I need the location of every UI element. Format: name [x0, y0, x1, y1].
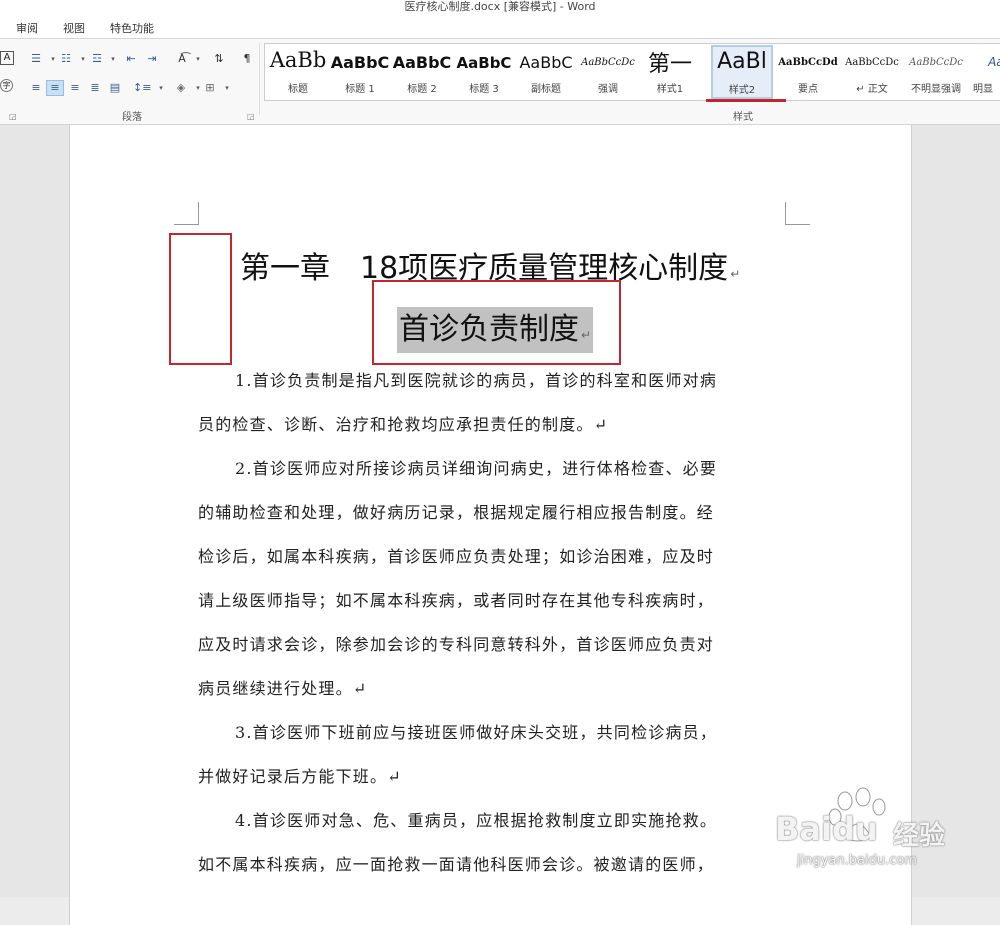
- ribbon: A 字 ☰ ▾ ☷ ▾ ☲ ▾ ⇤ ⇥ A͡ ▾ ⇅ ¶ ≡ ≡ ≡ ≣ ▤ ↕…: [0, 39, 1000, 125]
- show-marks-icon[interactable]: ¶: [238, 51, 256, 67]
- text-line: 2.首诊医师应对所接诊病员详细询问病史，进行体格检查、必要: [235, 459, 718, 478]
- phonetic-guide-icon[interactable]: 字: [0, 79, 13, 92]
- line-spacing-dropdown-icon[interactable]: ▾: [152, 80, 170, 96]
- style-subtle-emphasis[interactable]: AaBbCcDc 不明显强调: [905, 44, 967, 98]
- watermark-brand: Baidu: [775, 810, 878, 848]
- watermark-cn: 经验: [893, 821, 946, 851]
- document-area: 第一章 18项医疗质量管理核心制度 ↵ 首诊负责制度 ↵ 1.首诊负责制是指凡到医院…: [0, 125, 1000, 925]
- text-line: 员的检查、诊断、治疗和抢救均应承担责任的制度。↵: [198, 415, 609, 434]
- text-line: 请上级医师指导；如不属本科疾病，或者同时存在其他专科疾病时，: [198, 591, 715, 610]
- window-title: 医疗核心制度.docx [兼容模式] - Word: [0, 0, 1000, 14]
- line-spacing-icon[interactable]: ↕≡: [133, 80, 151, 96]
- group-divider: [259, 43, 260, 115]
- style-heading-2[interactable]: AaBbC 标题 2: [391, 44, 453, 98]
- style-title[interactable]: AaBb 标题: [267, 44, 329, 98]
- align-right-icon[interactable]: ≡: [66, 80, 84, 96]
- section-heading-text: 首诊负责制度: [399, 312, 579, 347]
- styles-group-label: 样式: [733, 112, 753, 123]
- style-heading-3[interactable]: AaBbC 标题 3: [453, 44, 515, 98]
- baidu-watermark: Baidu 经验 jingyan.baidu.com: [775, 785, 975, 897]
- styles-gallery: AaBb 标题 AaBbC 标题 1 AaBbC 标题 2 AaBbC 标题 3…: [264, 43, 1000, 101]
- text-line: 病员继续进行处理。↵: [198, 679, 368, 698]
- watermark-url: jingyan.baidu.com: [797, 853, 917, 868]
- text-line: 并做好记录后方能下班。↵: [198, 767, 402, 786]
- text-line: 检诊后，如属本科疾病，首诊医师应负责处理；如诊治困难，应及时: [198, 547, 715, 566]
- distributed-icon[interactable]: ▤: [106, 80, 124, 96]
- numbering-icon[interactable]: ☷: [57, 51, 75, 67]
- body-text[interactable]: 1.首诊负责制是指凡到医院就诊的病员，首诊的科室和医师对病 员的检查、诊断、治疗…: [198, 359, 788, 887]
- style-style2[interactable]: AaBl 样式2: [711, 45, 773, 99]
- annotation-box-left: [169, 233, 232, 365]
- style-intense-emphasis[interactable]: AaB 明显: [969, 44, 1000, 98]
- font-dialog-launcher-icon[interactable]: ◲: [9, 112, 17, 121]
- text-line: 4.首诊医师对急、危、重病员，应根据抢救制度立即实施抢救。: [235, 811, 718, 830]
- text-line: 的辅助检查和处理，做好病历记录，根据规定履行相应报告制度。经: [198, 503, 715, 522]
- style-style1[interactable]: 第一 样式1: [639, 44, 701, 98]
- center-icon[interactable]: ≡: [46, 80, 64, 96]
- text-line: 应及时请求会诊，除参加会诊的专科同意转科外，首诊医师应负责对: [198, 635, 715, 654]
- increase-indent-icon[interactable]: ⇥: [143, 51, 161, 67]
- ribbon-tabs: 审阅 视图 特色功能: [0, 14, 1000, 39]
- shading-icon[interactable]: ◈: [172, 80, 190, 96]
- section-heading[interactable]: 首诊负责制度 ↵: [397, 307, 594, 353]
- tab-special-features[interactable]: 特色功能: [110, 20, 154, 36]
- style-heading-1[interactable]: AaBbC 标题 1: [329, 44, 391, 98]
- sort-icon[interactable]: ⇅: [210, 51, 228, 67]
- style-emphasis[interactable]: AaBbCcDc 强调: [577, 44, 639, 98]
- justify-icon[interactable]: ≣: [86, 80, 104, 96]
- text-line: 如不属本科疾病，应一面抢救一面请他科医师会诊。被邀请的医师，: [198, 855, 715, 874]
- annotation-underline: [706, 99, 786, 102]
- margin-corner-top-right: [785, 202, 810, 225]
- borders-icon[interactable]: ⊞: [201, 80, 219, 96]
- bullets-icon[interactable]: ☰: [27, 51, 45, 67]
- decrease-indent-icon[interactable]: ⇤: [122, 51, 140, 67]
- chinese-layout-dropdown-icon[interactable]: ▾: [189, 51, 207, 67]
- paragraph-dialog-launcher-icon[interactable]: ◲: [247, 112, 255, 121]
- style-key-point[interactable]: AaBbCcDd 要点: [777, 44, 839, 98]
- paragraph-mark: ↵: [581, 328, 592, 342]
- tab-review[interactable]: 审阅: [16, 20, 38, 36]
- tab-view[interactable]: 视图: [63, 20, 85, 36]
- align-left-icon[interactable]: ≡: [27, 80, 45, 96]
- text-box-icon[interactable]: A: [0, 51, 14, 65]
- text-line: 1.首诊负责制是指凡到医院就诊的病员，首诊的科室和医师对病: [235, 371, 718, 390]
- text-line: 3.首诊医师下班前应与接班医师做好床头交班，共同检诊病员，: [235, 723, 718, 742]
- margin-corner-top-left: [174, 202, 199, 225]
- paragraph-group-label: 段落: [122, 112, 142, 123]
- multilevel-dropdown-icon[interactable]: ▾: [104, 51, 122, 67]
- paragraph-mark: ↵: [730, 267, 741, 281]
- style-normal[interactable]: AaBbCcDc ↵ 正文: [841, 44, 903, 98]
- style-subtitle[interactable]: AaBbC 副标题: [515, 44, 577, 98]
- borders-dropdown-icon[interactable]: ▾: [218, 80, 236, 96]
